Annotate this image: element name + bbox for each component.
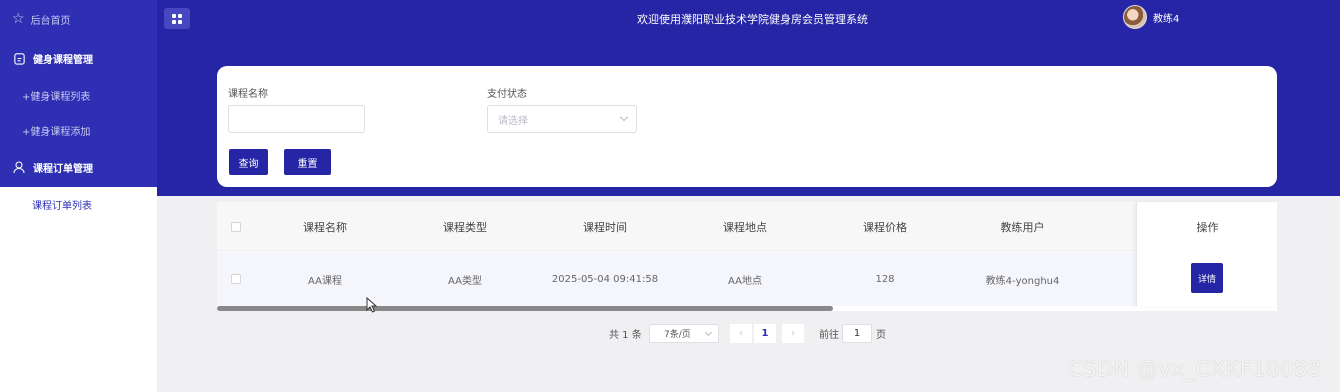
chevron-down-icon [704,328,713,337]
column-header: 课程时间 [583,220,627,234]
actions-column: 操作 详情 [1136,202,1277,306]
course-name-input[interactable] [228,105,365,133]
sidebar-item-label: +健身课程添加 [22,127,91,138]
sidebar-item-home[interactable]: ☆ 后台首页 [0,0,157,38]
goto-label: 前往 [819,330,839,341]
order-table: 课程名称 课程类型 课程时间 课程地点 课程价格 教练用户 AA课程 AA类型 … [217,202,1277,311]
page-unit-label: 页 [876,330,886,341]
pay-status-placeholder: 请选择 [498,115,528,127]
sidebar-item-course-add[interactable]: +健身课程添加 [0,113,157,148]
cell-course-type: AA类型 [448,275,482,287]
cell-course-time: 2025-05-04 09:41:58 [551,273,659,285]
cell-course-price: 128 [875,273,895,285]
reset-button[interactable]: 重置 [284,149,331,175]
sidebar-group-label: 健身课程管理 [33,54,93,66]
cell-course-location: AA地点 [728,275,762,287]
chevron-down-icon [619,112,629,122]
table-header: 课程名称 课程类型 课程时间 课程地点 课程价格 教练用户 [217,202,1277,251]
page-number-current[interactable]: 1 [754,324,776,343]
horizontal-scrollbar[interactable] [217,306,833,311]
sidebar-group-order[interactable]: 课程订单管理 [0,148,157,186]
page-size-select[interactable]: 7条/页 [649,324,719,343]
detail-button[interactable]: 详情 [1191,263,1223,293]
column-header: 课程价格 [863,220,907,234]
sidebar-item-order-list[interactable]: 课程订单列表 [0,187,157,221]
username: 教练4 [1153,13,1180,25]
clipboard-icon [12,51,26,65]
avatar [1123,5,1147,29]
sidebar-group-label: 课程订单管理 [33,163,93,175]
user-menu[interactable]: 教练4 [1123,5,1179,29]
column-header: 课程类型 [443,220,487,234]
sidebar-item-label: +健身课程列表 [22,92,91,103]
mouse-cursor-icon [366,296,378,316]
column-header: 操作 [1196,220,1219,234]
cell-coach-user: 教练4-yonghu4 [985,275,1060,287]
pay-status-select[interactable]: 请选择 [487,105,637,133]
search-panel: 课程名称 支付状态 请选择 查询 重置 [217,66,1277,187]
query-button[interactable]: 查询 [229,149,268,175]
star-icon: ☆ [12,11,25,27]
column-header: 教练用户 [1000,220,1045,234]
course-name-label: 课程名称 [228,89,268,100]
row-checkbox[interactable] [231,274,241,284]
column-header: 课程地点 [723,220,767,234]
sidebar-group-course[interactable]: 健身课程管理 [0,39,157,77]
pay-status-label: 支付状态 [487,89,527,100]
watermark: CSDN @vx_CXKF10088 [1068,357,1322,381]
next-page-button[interactable]: › [782,324,804,343]
pagination-total: 共 1 条 [609,330,642,341]
sidebar-item-label: 课程订单列表 [32,200,92,212]
column-header: 课程名称 [303,220,347,234]
sidebar: ☆ 后台首页 健身课程管理 +健身课程列表 +健身课程添加 课程订单管理 课程订… [0,0,157,392]
sidebar-item-label: 后台首页 [30,15,71,27]
select-all-checkbox[interactable] [231,222,241,232]
prev-page-button[interactable]: ‹ [730,324,752,343]
sidebar-item-course-list[interactable]: +健身课程列表 [0,78,157,113]
user-icon [12,160,26,174]
page-size-value: 7条/页 [664,330,691,340]
goto-page-input[interactable]: 1 [842,324,872,343]
